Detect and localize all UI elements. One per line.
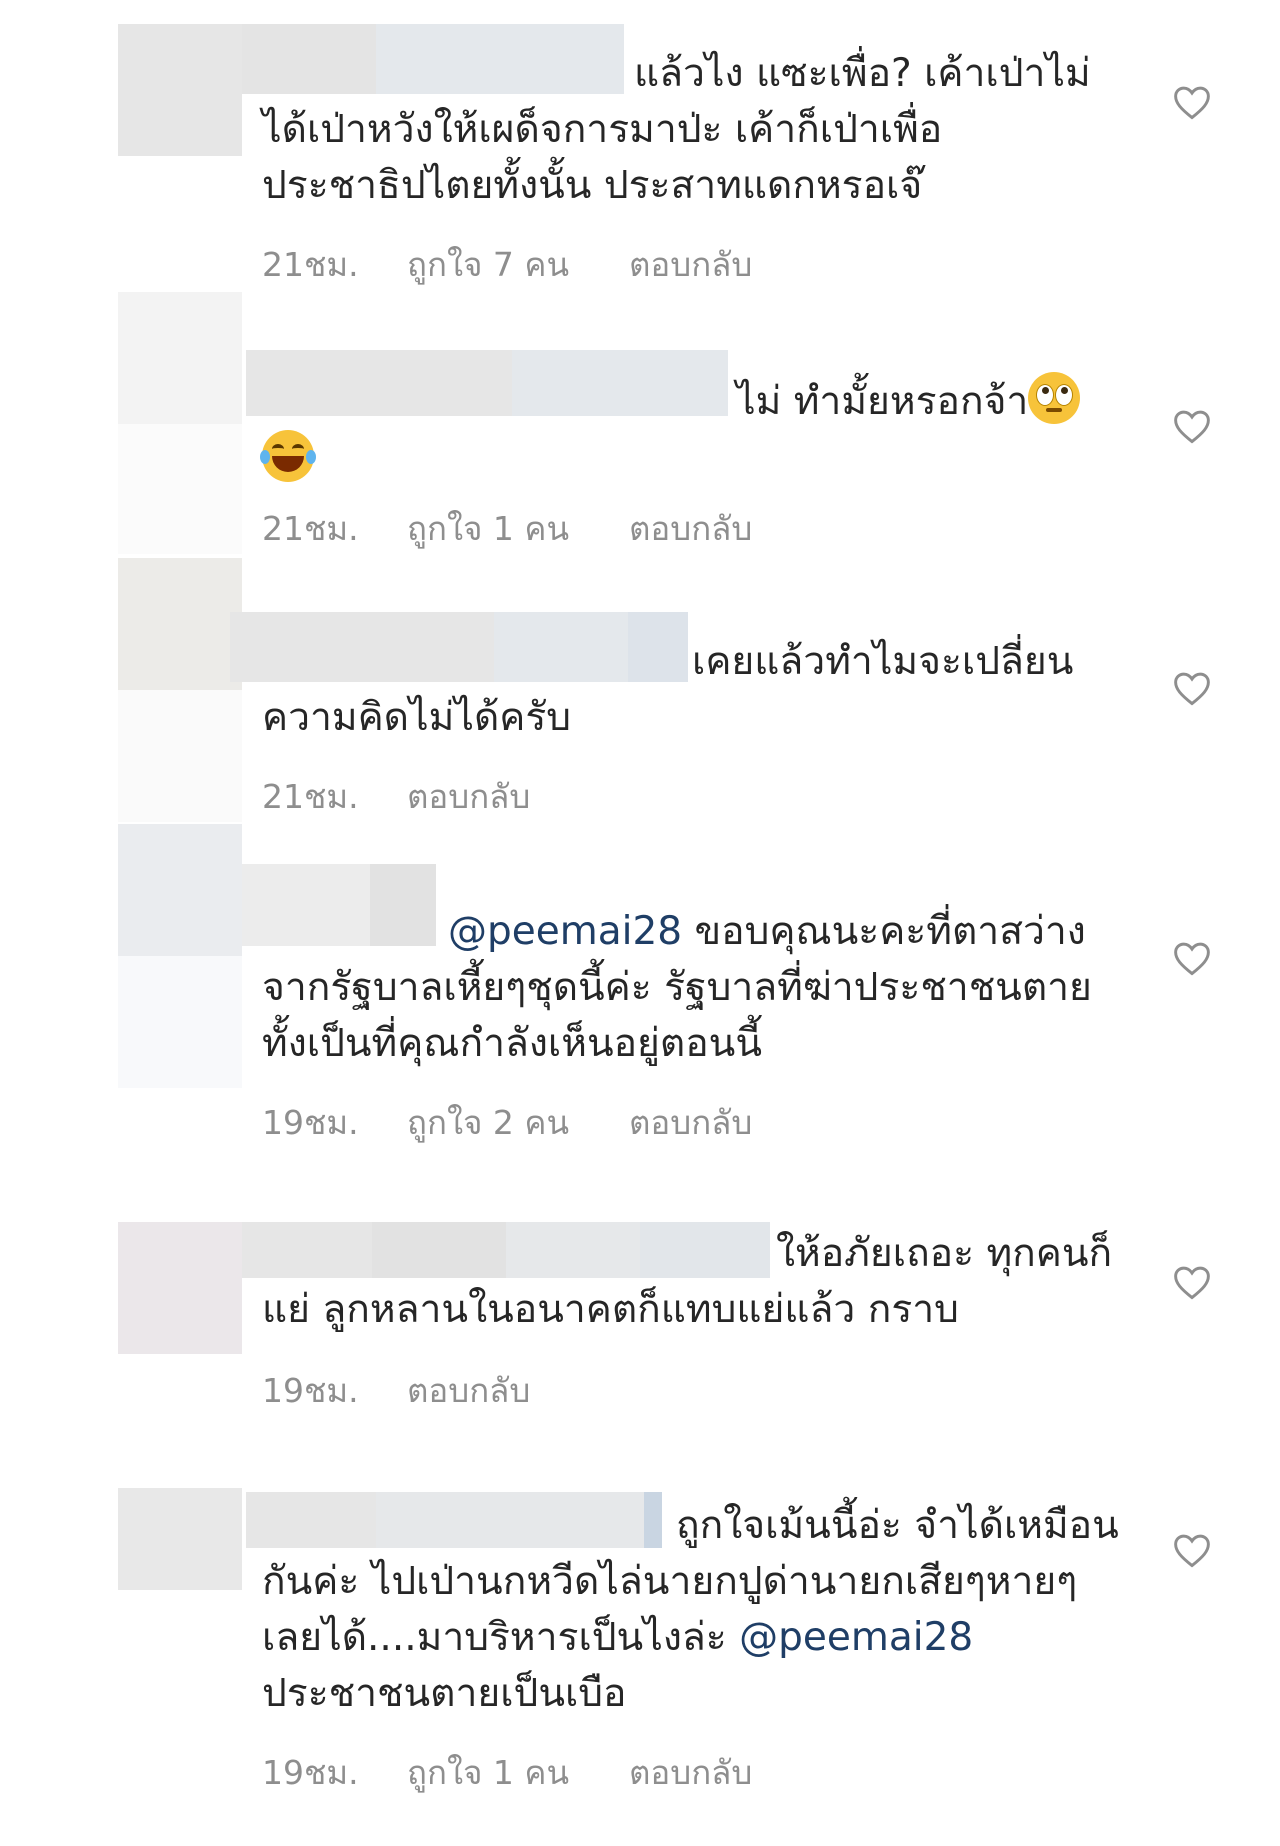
- comment-text: แล้วไง แซะเพื่อ? เค้าเป่าไม่ได้เป่าหวังใ…: [262, 51, 1091, 208]
- comment-timestamp: 21ชม.: [262, 245, 359, 284]
- comment-text: ไม่ ทำมั้ยหรอกจ้า: [260, 372, 1122, 488]
- comment-meta: 19ชม. ถูกใจ 2 คน ตอบกลับ: [262, 1096, 752, 1149]
- like-count-button[interactable]: ถูกใจ 2 คน: [407, 1096, 629, 1149]
- comment-text: ถูกใจเม้นนี้อ่ะ จำได้เหมือนกันค่ะ ไปเป่า…: [262, 1503, 1119, 1716]
- heart-icon[interactable]: [1172, 1532, 1212, 1568]
- comment-meta: 19ชม. ถูกใจ 1 คน ตอบกลับ: [262, 1746, 752, 1799]
- like-count-button[interactable]: ถูกใจ 1 คน: [407, 1746, 629, 1799]
- reply-button[interactable]: ตอบกลับ: [629, 502, 752, 555]
- like-count-button[interactable]: ถูกใจ 7 คน: [407, 238, 629, 291]
- comment-timestamp: 19ชม.: [262, 1371, 359, 1410]
- comment-meta: 21ชม. ถูกใจ 1 คน ตอบกลับ: [262, 502, 752, 555]
- heart-icon[interactable]: [1172, 670, 1212, 706]
- face-with-rolling-eyes-icon: [1028, 372, 1081, 424]
- reply-button[interactable]: ตอบกลับ: [407, 770, 530, 823]
- face-with-tears-of-joy-icon: [260, 430, 316, 482]
- comment-text: @peemai28 ขอบคุณนะคะที่ตาสว่างจากรัฐบาลเ…: [262, 909, 1092, 1066]
- comment-text: เคยแล้วทำไมจะเปลี่ยนความคิดไม่ได้ครับ: [262, 639, 1074, 740]
- mention-link[interactable]: @peemai28: [739, 1615, 973, 1660]
- heart-icon[interactable]: [1172, 408, 1212, 444]
- comment-meta: 19ชม. ตอบกลับ: [262, 1364, 530, 1417]
- reply-button[interactable]: ตอบกลับ: [629, 238, 752, 291]
- heart-icon[interactable]: [1172, 1264, 1212, 1300]
- comment-timestamp: 21ชม.: [262, 509, 359, 548]
- reply-button[interactable]: ตอบกลับ: [629, 1746, 752, 1799]
- reply-button[interactable]: ตอบกลับ: [629, 1096, 752, 1149]
- comment-text: ให้อภัยเถอะ ทุกคนก็แย่ ลูกหลานในอนาคตก็แ…: [262, 1231, 1113, 1332]
- comment-meta: 21ชม. ตอบกลับ: [262, 770, 530, 823]
- like-count-button[interactable]: ถูกใจ 1 คน: [407, 502, 629, 555]
- comment-timestamp: 19ชม.: [262, 1753, 359, 1792]
- comment-timestamp: 21ชม.: [262, 777, 359, 816]
- comment-meta: 21ชม. ถูกใจ 7 คน ตอบกลับ: [262, 238, 752, 291]
- heart-icon[interactable]: [1172, 940, 1212, 976]
- comment-timestamp: 19ชม.: [262, 1103, 359, 1142]
- mention-link[interactable]: @peemai28: [448, 909, 682, 954]
- heart-icon[interactable]: [1172, 84, 1212, 120]
- reply-button[interactable]: ตอบกลับ: [407, 1364, 530, 1417]
